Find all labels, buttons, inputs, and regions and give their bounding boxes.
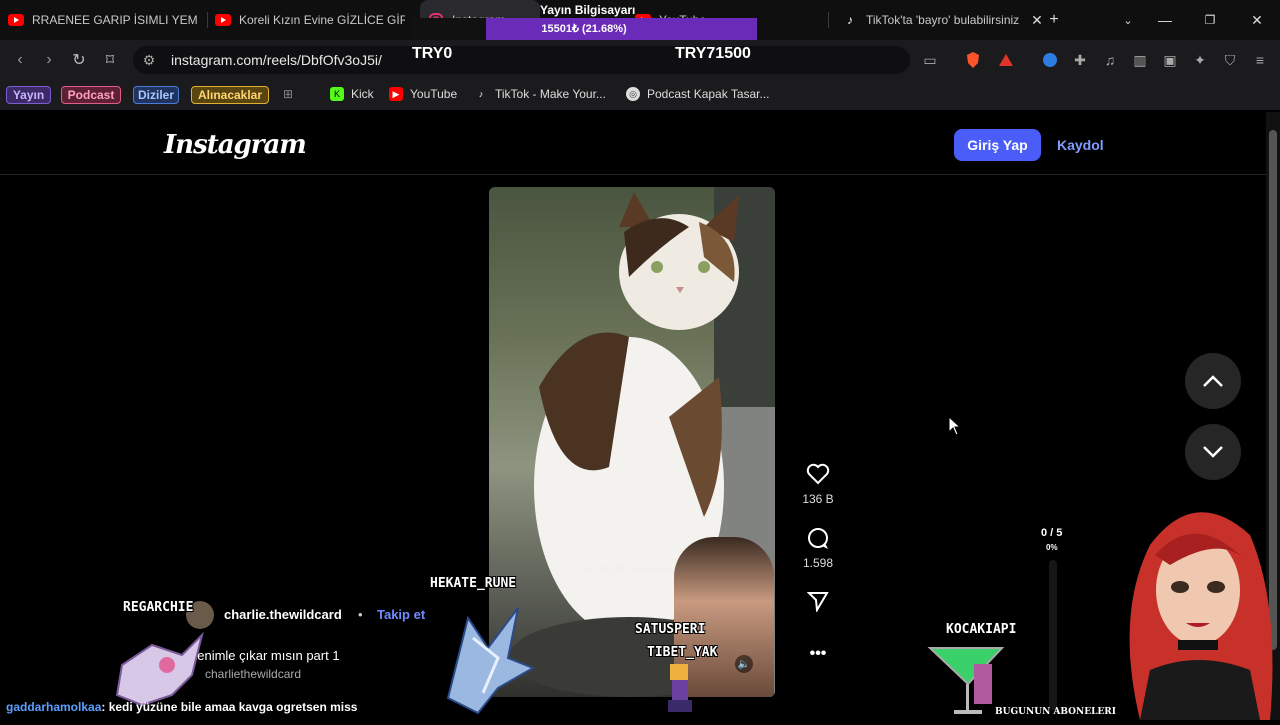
tab-1[interactable]: RRAENEE GARIP İSIMLI YEME	[8, 0, 198, 40]
bookmark-youtube[interactable]: ▶ YouTube	[389, 87, 457, 101]
minimize-icon[interactable]: —	[1155, 10, 1175, 30]
bookmark-folder-podcast[interactable]: Podcast	[61, 86, 121, 104]
tiktok-icon: ♪	[478, 89, 484, 99]
music-icon[interactable]: ♫	[1100, 50, 1120, 70]
more-options-icon[interactable]: •••	[806, 642, 830, 666]
brave-shield-icon[interactable]	[963, 50, 983, 70]
wallet-icon[interactable]: ▣	[1160, 50, 1180, 70]
chevron-down-icon	[1203, 446, 1223, 458]
signup-link[interactable]: Kaydol	[1057, 137, 1104, 153]
pokemon-palkia-sprite	[112, 625, 208, 710]
chat-message: gaddarhamolkaa: kedi yüzüne bile amaa ka…	[6, 700, 357, 714]
close-window-icon[interactable]: ✕	[1247, 10, 1267, 30]
overlay-name-1: REGARCHIE	[123, 600, 194, 615]
overlay-name-3: SATUSPERI	[635, 622, 706, 637]
new-tab-icon[interactable]: +	[1044, 10, 1064, 30]
subscriber-progress-bar	[1049, 560, 1057, 710]
pixel-character-sprite	[660, 660, 700, 716]
vtuber-avatar	[1110, 495, 1280, 720]
goal-start-value: TRY0	[412, 45, 453, 62]
bookmark-icon[interactable]: ⌑	[100, 50, 120, 70]
overlay-title: Yayın Bilgisayarı	[540, 3, 636, 17]
instagram-logo[interactable]: Instagram	[164, 130, 307, 160]
extensions-icon[interactable]: ✚	[1070, 50, 1090, 70]
dot-separator: •	[358, 607, 363, 622]
tab-2[interactable]: Koreli Kızın Evine GİZLİCE GİR	[215, 0, 405, 40]
username[interactable]: charlie.thewildcard	[224, 607, 342, 622]
menu-icon[interactable]: ≡	[1250, 50, 1270, 70]
cast-icon[interactable]: ▭	[920, 50, 940, 70]
pokemon-dialga-sprite	[428, 598, 540, 716]
reload-icon[interactable]: ↻	[69, 50, 89, 70]
forward-icon[interactable]: ›	[39, 50, 59, 70]
cocktail-glass-sprite	[926, 644, 1006, 718]
bookmark-tiktok[interactable]: ♪ TikTok - Make Your...	[474, 87, 606, 101]
chevron-up-icon	[1203, 375, 1223, 387]
comment-icon[interactable]	[806, 527, 830, 551]
login-button[interactable]: Giriş Yap	[954, 129, 1041, 161]
site-settings-icon[interactable]: ⚙	[139, 50, 159, 70]
leo-ai-icon[interactable]: ✦	[1190, 50, 1210, 70]
restore-icon[interactable]: ❐	[1200, 10, 1220, 30]
tiktok-icon: ♪	[847, 13, 853, 27]
subscriber-counter: 0 / 5	[1041, 527, 1063, 539]
follow-button[interactable]: Takip et	[377, 607, 425, 622]
youtube-icon	[215, 12, 231, 28]
chat-text: : kedi yüzüne bile amaa kavga ogretsen m…	[101, 700, 358, 714]
goal-target-value: TRY71500	[675, 45, 751, 62]
overlay-name-4: TIBET_YAK	[647, 645, 718, 660]
video-subtitle: Yani değil gibi yapıyor ama	[577, 564, 673, 573]
like-count: 136 B	[802, 492, 834, 506]
bookmark-folder-alinacaklar[interactable]: Alınacaklar	[191, 86, 269, 104]
header-divider	[0, 174, 1266, 175]
canva-icon: ◎	[626, 87, 640, 101]
bookmark-folder-diziler[interactable]: Diziler	[133, 86, 179, 104]
next-reel-button[interactable]	[1185, 424, 1241, 480]
bookmark-folder-yayin[interactable]: Yayın	[6, 86, 51, 104]
sidebar-icon[interactable]: ▥	[1130, 50, 1150, 70]
share-icon[interactable]	[806, 589, 830, 613]
url-text[interactable]: instagram.com/reels/DbfOfv3oJ5i/	[171, 52, 382, 68]
reel-caption: benimle çıkar mısın part 1	[190, 648, 340, 663]
audio-name[interactable]: charliethewildcard	[205, 667, 301, 681]
apps-grid-icon[interactable]: ⊞	[283, 87, 293, 101]
back-icon[interactable]: ‹	[10, 50, 30, 70]
bookmark-kick[interactable]: K Kick	[330, 87, 374, 101]
extension-blue-icon[interactable]	[1040, 50, 1060, 70]
chat-username: gaddarhamolkaa	[6, 700, 102, 714]
bookmark-podcast-kapak[interactable]: ◎ Podcast Kapak Tasar...	[626, 87, 770, 101]
mute-icon[interactable]: 🔈	[735, 655, 753, 673]
overlay-name-5: KOCAKIAPI	[946, 622, 1017, 637]
youtube-icon	[8, 12, 24, 28]
tab-5[interactable]: ♪ TikTok'ta 'bayro' bulabilirsiniz	[842, 0, 1024, 40]
like-icon[interactable]	[806, 462, 830, 486]
overlay-name-2: HEKATE_RUNE	[430, 576, 517, 591]
tab-list-chevron-icon[interactable]: ⌄	[1118, 10, 1138, 30]
todays-subscribers-label: BUGUNUN ABONELERI	[995, 707, 1116, 717]
vpn-icon[interactable]: ⛉	[1220, 50, 1240, 70]
subscriber-counter-pct: 0%	[1046, 543, 1058, 552]
youtube-icon: ▶	[389, 87, 403, 101]
previous-reel-button[interactable]	[1185, 353, 1241, 409]
comment-count: 1.598	[802, 556, 834, 570]
mouse-cursor-icon	[948, 415, 962, 441]
brave-rewards-icon[interactable]	[996, 50, 1016, 70]
kick-icon: K	[330, 87, 344, 101]
donation-goal-progress: 15501₺ (21.68%)	[541, 23, 627, 35]
